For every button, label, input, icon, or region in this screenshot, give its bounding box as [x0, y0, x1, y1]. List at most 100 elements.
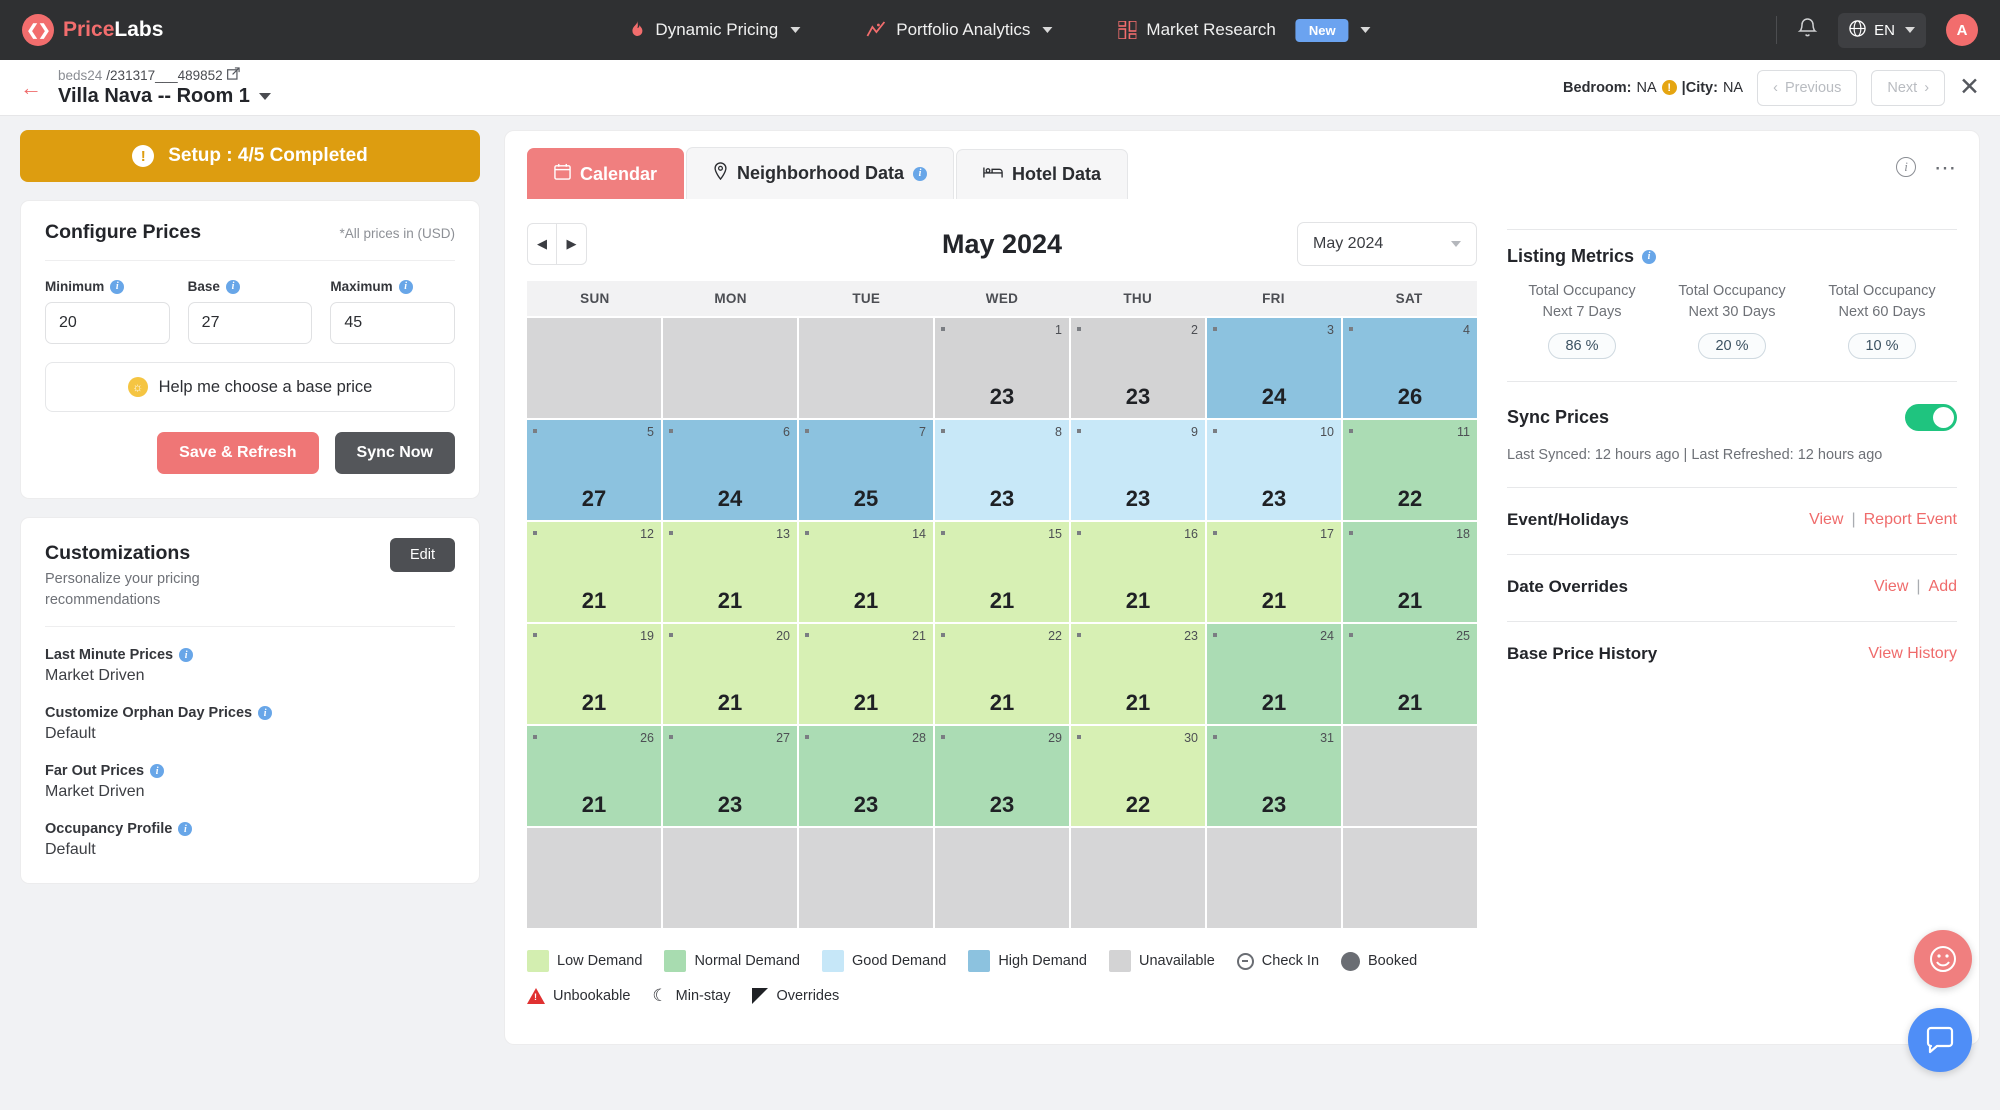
day-number: 31: [1320, 731, 1334, 745]
info-icon[interactable]: i: [258, 706, 273, 721]
info-icon[interactable]: i: [1896, 157, 1916, 177]
calendar-day-cell[interactable]: 15 21: [935, 522, 1069, 622]
previous-button[interactable]: ‹ Previous: [1757, 69, 1858, 106]
base-price-input[interactable]: [187, 302, 313, 344]
calendar-day-cell[interactable]: 29 23: [935, 726, 1069, 826]
language-selector[interactable]: EN: [1838, 12, 1926, 48]
calendar-day-cell[interactable]: 18 21: [1343, 522, 1477, 622]
page-title: Villa Nava -- Room 1: [58, 85, 250, 107]
info-icon[interactable]: i: [1642, 249, 1657, 264]
calendar-day-cell[interactable]: 8 23: [935, 420, 1069, 520]
calendar-day-cell[interactable]: 27 23: [663, 726, 797, 826]
avatar[interactable]: A: [1946, 14, 1978, 46]
calendar-day-cell[interactable]: 13 21: [663, 522, 797, 622]
calendar-day-cell[interactable]: 21 21: [799, 624, 933, 724]
info-icon[interactable]: i: [225, 279, 240, 294]
report-event-link[interactable]: Report Event: [1864, 511, 1957, 529]
date-overrides-add-link[interactable]: Add: [1929, 578, 1957, 596]
month-select-dropdown[interactable]: May 2024: [1297, 222, 1477, 266]
day-number: 20: [776, 629, 790, 643]
tab-calendar[interactable]: Calendar: [527, 148, 685, 199]
calendar-day-cell[interactable]: 7 25: [799, 420, 933, 520]
sync-now-button[interactable]: Sync Now: [334, 432, 455, 474]
day-marker-dot: [1349, 429, 1353, 433]
calendar-day-cell[interactable]: 12 21: [527, 522, 661, 622]
sync-prices-toggle[interactable]: [1905, 404, 1957, 432]
info-icon[interactable]: i: [110, 279, 125, 294]
customizations-edit-button[interactable]: Edit: [390, 538, 455, 572]
brand-logo[interactable]: ❮❯ PriceLabs: [22, 14, 163, 46]
calendar-day-cell[interactable]: 20 21: [663, 624, 797, 724]
maximum-price-input[interactable]: [330, 302, 456, 344]
day-price: 21: [717, 690, 743, 715]
legend-label: Overrides: [776, 988, 840, 1004]
prev-month-button[interactable]: ◀: [527, 223, 557, 265]
calendar-day-cell[interactable]: 11 22: [1343, 420, 1477, 520]
more-options-icon[interactable]: ⋯: [1934, 156, 1957, 178]
page-title-row[interactable]: Villa Nava -- Room 1: [58, 85, 271, 108]
date-overrides-view-link[interactable]: View: [1874, 578, 1908, 596]
calendar-day-cell[interactable]: 31 23: [1207, 726, 1341, 826]
nav-portfolio-analytics[interactable]: Portfolio Analytics: [866, 20, 1053, 40]
save-refresh-button[interactable]: Save & Refresh: [157, 432, 319, 474]
calendar-day-cell[interactable]: 3 24: [1207, 318, 1341, 418]
info-icon[interactable]: i: [179, 648, 194, 663]
customization-far-out-prices: Far Out Prices i Market Driven: [45, 763, 455, 801]
day-price: 23: [1125, 384, 1151, 409]
next-button[interactable]: Next ›: [1871, 69, 1946, 106]
calendar-day-cell[interactable]: 28 23: [799, 726, 933, 826]
calendar-day-cell[interactable]: 26 21: [527, 726, 661, 826]
calendar-day-cell[interactable]: 23 21: [1071, 624, 1205, 724]
chat-fab[interactable]: [1908, 1008, 1972, 1072]
legend-label: Normal Demand: [694, 953, 801, 969]
calendar-day-cell[interactable]: 9 23: [1071, 420, 1205, 520]
help-choose-base-price-button[interactable]: ☼ Help me choose a base price: [45, 362, 455, 412]
next-month-button[interactable]: ▶: [557, 223, 587, 265]
view-history-link[interactable]: View History: [1868, 645, 1957, 663]
calendar-empty-cell: [799, 318, 933, 418]
calendar-day-cell[interactable]: 17 21: [1207, 522, 1341, 622]
day-marker-dot: [1077, 429, 1081, 433]
calendar-day-cell[interactable]: 4 26: [1343, 318, 1477, 418]
feedback-fab[interactable]: [1914, 930, 1972, 988]
minimum-price-field: Minimum i: [45, 279, 170, 344]
tab-neighborhood-data[interactable]: Neighborhood Data i: [686, 147, 955, 199]
info-icon[interactable]: i: [398, 279, 413, 294]
legend-item: Unbookable: [527, 988, 630, 1004]
event-holidays-view-link[interactable]: View: [1809, 511, 1843, 529]
calendar-day-cell[interactable]: 10 23: [1207, 420, 1341, 520]
setup-progress-banner[interactable]: ! Setup : 4/5 Completed: [20, 130, 480, 182]
calendar-icon: [554, 163, 571, 185]
info-icon[interactable]: i: [913, 166, 928, 181]
calendar-day-cell[interactable]: 6 24: [663, 420, 797, 520]
tab-hotel-data[interactable]: Hotel Data: [956, 149, 1129, 199]
calendar-day-cell[interactable]: 1 23: [935, 318, 1069, 418]
close-icon[interactable]: ✕: [1959, 75, 1980, 100]
divider: [45, 626, 455, 628]
trend-chart-icon: [866, 21, 886, 39]
info-icon[interactable]: i: [178, 822, 193, 837]
calendar-day-cell[interactable]: 22 21: [935, 624, 1069, 724]
breadcrumb-provider: beds24: [58, 67, 103, 83]
calendar-day-cell[interactable]: 25 21: [1343, 624, 1477, 724]
calendar-day-cell[interactable]: 2 23: [1071, 318, 1205, 418]
day-price: 27: [581, 486, 607, 511]
bell-icon[interactable]: [1797, 17, 1818, 44]
back-arrow-icon[interactable]: ←: [20, 76, 42, 99]
calendar-day-cell[interactable]: 24 21: [1207, 624, 1341, 724]
customization-value: Market Driven: [45, 783, 145, 801]
calendar-day-cell[interactable]: 30 22: [1071, 726, 1205, 826]
calendar-day-cell[interactable]: 16 21: [1071, 522, 1205, 622]
nav-market-research[interactable]: Market Research New: [1118, 18, 1371, 42]
calendar-day-cell[interactable]: 19 21: [527, 624, 661, 724]
minimum-price-input[interactable]: [45, 302, 170, 344]
external-link-icon[interactable]: [226, 67, 240, 83]
calendar-day-cell[interactable]: 14 21: [799, 522, 933, 622]
help-choose-base-price-label: Help me choose a base price: [158, 377, 373, 396]
day-marker-dot: [1213, 531, 1217, 535]
warning-icon: !: [1661, 80, 1677, 95]
nav-dynamic-pricing[interactable]: Dynamic Pricing: [629, 20, 801, 40]
day-marker-dot: [941, 531, 945, 535]
calendar-day-cell[interactable]: 5 27: [527, 420, 661, 520]
info-icon[interactable]: i: [150, 764, 165, 779]
